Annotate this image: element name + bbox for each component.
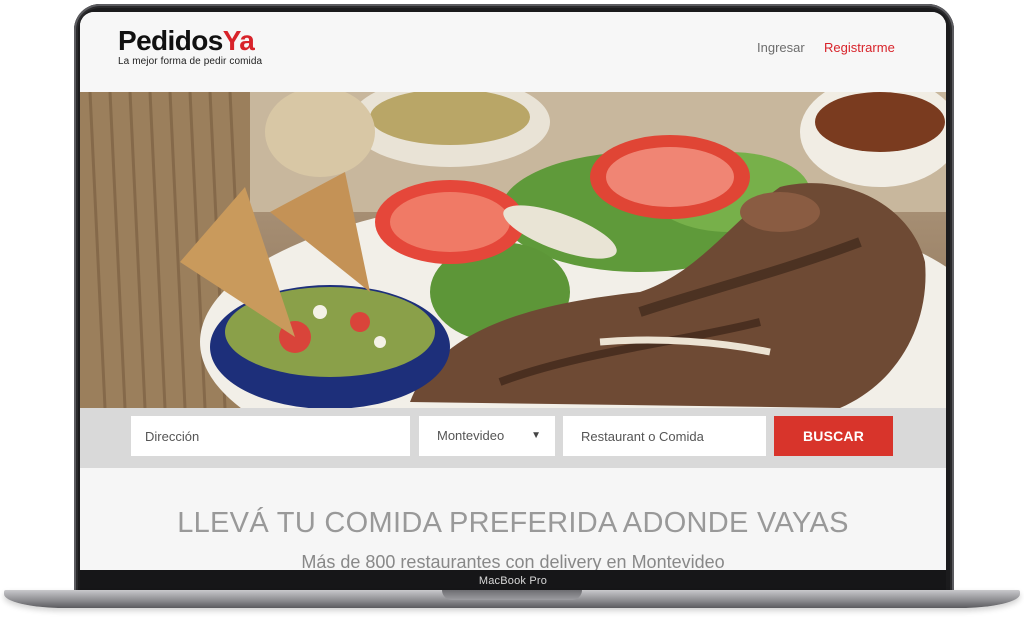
hero-food-image [80,92,946,408]
logo-ya-text: Ya [222,25,255,56]
laptop-notch [442,590,582,600]
site-header: PedidosYa La mejor forma de pedir comida… [80,12,946,92]
register-link[interactable]: Registrarme [824,40,895,55]
browser-screen: PedidosYa La mejor forma de pedir comida… [80,12,946,570]
page-subheadline: Más de 800 restaurantes con delivery en … [301,552,725,570]
device-label: MacBook Pro [80,570,946,592]
restaurant-field[interactable] [563,416,766,456]
city-select[interactable]: Montevideo ▼ [419,416,555,456]
search-button[interactable]: BUSCAR [774,416,893,456]
pedidosya-logo[interactable]: PedidosYa La mejor forma de pedir comida [118,26,263,68]
login-link[interactable]: Ingresar [757,40,805,55]
page-headline: LLEVÁ TU COMIDA PREFERIDA ADONDE VAYAS [177,507,849,539]
city-value: Montevideo [437,428,505,443]
hero-food-illustration [80,92,946,408]
logo-tagline: La mejor forma de pedir comida [118,56,263,67]
logo-wordmark: PedidosYa [118,26,262,56]
address-input[interactable] [145,416,410,456]
restaurant-input[interactable] [581,416,766,456]
search-bar: Montevideo ▼ BUSCAR [80,408,946,468]
logo-pedidos-text: Pedidos [118,25,223,56]
caret-down-icon: ▼ [531,430,541,441]
address-field[interactable] [131,416,410,456]
